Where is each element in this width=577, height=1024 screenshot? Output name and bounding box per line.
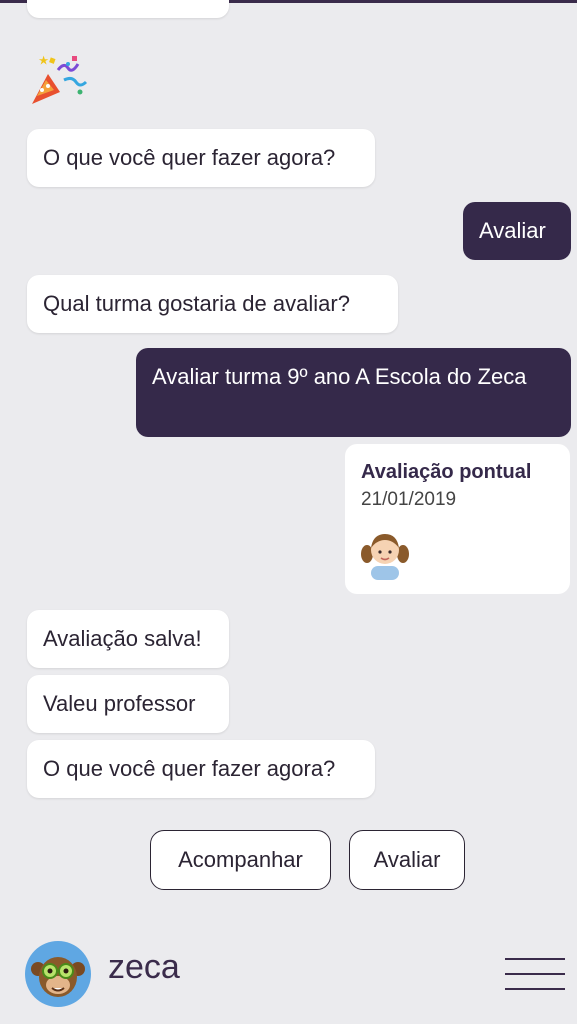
user-message-text: Avaliar turma 9º ano A Escola do Zeca bbox=[152, 364, 527, 389]
bot-message-text: O que você quer fazer agora? bbox=[43, 145, 336, 170]
user-message-text: Avaliar bbox=[479, 218, 546, 243]
previous-message-bubble bbox=[27, 0, 229, 18]
acompanhar-button[interactable]: Acompanhar bbox=[150, 830, 331, 890]
user-message-bubble: Avaliar bbox=[463, 202, 571, 260]
bot-message-text: O que você quer fazer agora? bbox=[43, 756, 336, 781]
bot-message-bubble: Qual turma gostaria de avaliar? bbox=[27, 275, 398, 333]
hamburger-menu-icon[interactable] bbox=[505, 954, 565, 994]
bot-message-bubble: Avaliação salva! bbox=[27, 610, 229, 668]
party-popper-icon bbox=[32, 55, 88, 104]
brand-name: zeca bbox=[108, 948, 180, 986]
bot-message-bubble: O que você quer fazer agora? bbox=[27, 129, 375, 187]
bot-message-bubble: O que você quer fazer agora? bbox=[27, 740, 375, 798]
evaluation-card-title: Avaliação pontual bbox=[361, 461, 532, 483]
bot-message-text: Valeu professor bbox=[43, 691, 196, 716]
user-message-bubble: Avaliar turma 9º ano A Escola do Zeca bbox=[136, 348, 571, 437]
student-avatar-icon bbox=[361, 534, 409, 580]
footer-bar: zeca bbox=[0, 924, 577, 1024]
bot-message-bubble: Valeu professor bbox=[27, 675, 229, 733]
avaliar-button[interactable]: Avaliar bbox=[349, 830, 465, 890]
evaluation-card-date: 21/01/2019 bbox=[361, 489, 457, 510]
bot-message-text: Qual turma gostaria de avaliar? bbox=[43, 291, 350, 316]
evaluation-card[interactable]: Avaliação pontual 21/01/2019 bbox=[345, 444, 570, 594]
monkey-avatar-icon bbox=[25, 941, 91, 1007]
bot-message-text: Avaliação salva! bbox=[43, 626, 202, 651]
